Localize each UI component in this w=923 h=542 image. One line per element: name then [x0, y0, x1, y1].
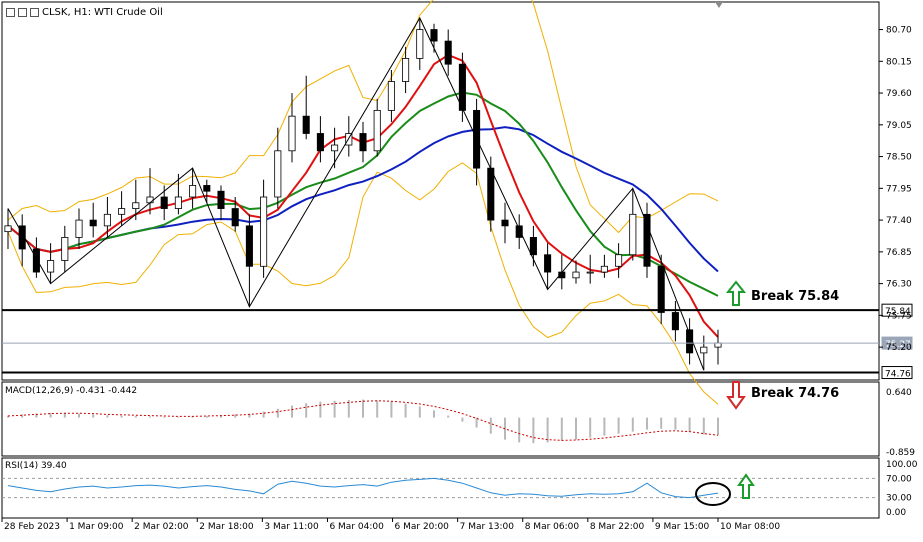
candle-body	[430, 29, 438, 42]
candle-body	[203, 185, 211, 192]
price-tick-label: 76.85	[886, 248, 912, 258]
candle-body	[302, 115, 310, 134]
chart-instrument: WTI Crude Oil	[94, 7, 163, 18]
rsi-title: RSI(14) 39.40	[5, 461, 67, 471]
chart-window: 75.84 74.76 75.27 80.70 80.15 79.60 79.05 78.50…	[0, 0, 923, 538]
candle-body	[359, 133, 367, 152]
candle-body	[217, 190, 225, 209]
candle-body	[529, 237, 537, 256]
candle-body	[288, 115, 296, 152]
candle-body	[231, 208, 239, 227]
candle-body	[331, 144, 339, 152]
candle-body	[600, 265, 608, 273]
price-tick-label: 80.70	[886, 26, 912, 36]
candle-body	[189, 185, 197, 198]
candle-body	[103, 213, 111, 227]
candle-body	[260, 196, 268, 267]
time-tick-label: 6 Mar 20:00	[395, 522, 450, 532]
candle-body	[118, 208, 126, 215]
time-tick-label: 8 Mar 06:00	[525, 522, 580, 532]
candle-body	[643, 213, 651, 267]
time-tick-label: 3 Mar 11:00	[264, 522, 319, 532]
candle-body	[174, 196, 182, 209]
price-tick-label: 75.75	[886, 311, 912, 321]
candle-body	[615, 254, 623, 267]
chart-symbol: CLSK, H1:	[42, 7, 92, 18]
candle-body	[274, 150, 282, 198]
time-tick-label: 2 Mar 18:00	[199, 522, 254, 532]
candle-body	[89, 219, 97, 227]
candle-body	[501, 219, 509, 227]
break-down-label: Break 74.76	[751, 386, 839, 401]
candle-body	[586, 271, 594, 274]
candle-body	[572, 271, 580, 279]
candle-body	[487, 167, 495, 221]
candle-body	[700, 346, 708, 354]
candle-body	[416, 29, 424, 59]
candle-body	[671, 312, 679, 331]
candle-body	[387, 81, 395, 111]
time-tick-label: 9 Mar 15:00	[655, 522, 710, 532]
time-tick-label: 6 Mar 04:00	[329, 522, 384, 532]
price-tick-label: 75.20	[886, 343, 912, 353]
candle-body	[61, 237, 69, 261]
chart-canvas: 75.8474.7675.2780.7080.1579.6079.0578.50…	[1, 0, 918, 532]
macd-title: MACD(12,26,9) -0.431 -0.442	[5, 386, 138, 396]
time-tick-label: 8 Mar 22:00	[590, 522, 645, 532]
macd-tick-label: 0.640	[886, 388, 912, 398]
price-tick-label: 77.40	[886, 216, 912, 226]
time-tick-label: 7 Mar 13:00	[460, 522, 515, 532]
rsi-tick-label: 70.00	[886, 474, 912, 484]
rsi-tick-label: 0.00	[886, 508, 906, 518]
candle-body	[32, 248, 40, 273]
candle-body	[316, 133, 324, 152]
candle-body	[402, 58, 410, 82]
price-panel	[1, 1, 880, 381]
candle-body	[373, 109, 381, 152]
window-menu-icon[interactable]	[6, 8, 15, 17]
price-tick-label: 76.30	[886, 280, 912, 290]
rsi-tick-label: 30.00	[886, 494, 912, 504]
chart-type-icon[interactable]	[18, 8, 27, 17]
price-tick-label: 80.15	[886, 57, 912, 67]
break-up-label: Break 75.84	[751, 289, 839, 304]
price-tick-label: 77.95	[886, 184, 912, 194]
level-label: 74.76	[885, 370, 911, 380]
candle-body	[515, 225, 523, 238]
price-tick-label: 79.60	[886, 89, 912, 99]
candle-body	[444, 40, 452, 65]
chart-header: CLSK, H1: WTI Crude Oil	[6, 7, 163, 18]
candle-body	[657, 265, 665, 313]
candle-body	[160, 196, 168, 209]
timeframe-icon[interactable]	[30, 8, 39, 17]
candle-body	[75, 219, 83, 238]
price-tick-label: 78.50	[886, 153, 912, 163]
candle-body	[245, 225, 253, 267]
time-tick-label: 2 Mar 02:00	[134, 522, 189, 532]
candle-body	[146, 196, 154, 204]
time-tick-label: 10 Mar 08:00	[720, 522, 780, 532]
macd-tick-label: -0.859	[886, 448, 915, 458]
time-tick-label: 28 Feb 2023	[4, 522, 60, 532]
price-tick-label: 79.05	[886, 121, 912, 131]
candle-body	[629, 213, 637, 256]
candle-body	[132, 202, 140, 209]
time-tick-label: 1 Mar 09:00	[69, 522, 124, 532]
candle-body	[714, 342, 722, 348]
candle	[643, 202, 651, 278]
candle-body	[544, 254, 552, 273]
candle-body	[47, 260, 55, 273]
rsi-tick-label: 100.00	[886, 460, 918, 470]
candle-body	[4, 225, 12, 233]
